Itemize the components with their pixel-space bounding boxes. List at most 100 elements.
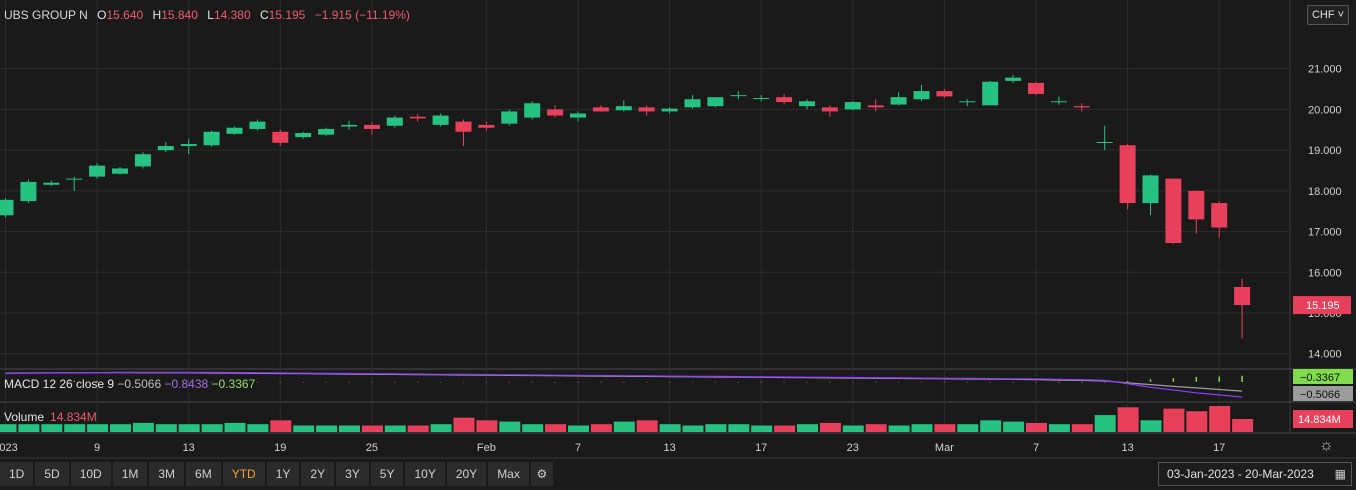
volume-bar xyxy=(774,425,796,432)
macd-line-value: −0.5066 xyxy=(117,377,162,391)
volume-bar xyxy=(18,424,40,432)
period-selector: 1D 5D 10D 1M 3M 6M YTD 1Y 2Y 3Y 5Y 10Y 2… xyxy=(0,462,555,488)
candle-body xyxy=(363,124,380,129)
volume-bar xyxy=(41,424,63,432)
date-tick-label: 2023 xyxy=(0,442,18,454)
period-button-max[interactable]: Max xyxy=(488,462,529,486)
period-button-1d[interactable]: 1D xyxy=(0,462,34,486)
candle xyxy=(341,120,357,130)
candle-body xyxy=(684,99,701,108)
date-tick-label: 13 xyxy=(1121,442,1133,454)
volume-bar xyxy=(1209,406,1231,432)
period-button-ytd[interactable]: YTD xyxy=(222,462,265,486)
candle xyxy=(501,109,518,126)
date-tick-label: 17 xyxy=(755,442,767,454)
candle-body xyxy=(318,128,335,135)
volume-bar xyxy=(1117,407,1139,432)
volume-bar xyxy=(361,425,383,432)
candle xyxy=(959,99,976,107)
volume-bar xyxy=(224,422,246,432)
candle xyxy=(1165,178,1182,244)
period-button-10y[interactable]: 10Y xyxy=(405,462,445,486)
candle xyxy=(1028,81,1044,96)
candle xyxy=(684,95,701,109)
volume-bar xyxy=(705,424,727,432)
candle xyxy=(455,119,472,147)
chart-gridlines xyxy=(0,0,1356,460)
candle xyxy=(157,141,174,153)
candle xyxy=(661,107,678,114)
volume-bar xyxy=(407,425,429,432)
candle-body xyxy=(341,124,357,127)
period-button-20y[interactable]: 20Y xyxy=(446,462,487,486)
symbol-name: UBS GROUP N xyxy=(4,8,88,22)
candle-body xyxy=(1188,190,1205,220)
volume-bar xyxy=(751,425,773,432)
period-button-2y[interactable]: 2Y xyxy=(301,462,335,486)
date-tick-label: 19 xyxy=(274,442,286,454)
candle-body xyxy=(753,98,770,100)
high-label: H xyxy=(152,8,162,22)
candle-body xyxy=(1165,178,1182,243)
candle xyxy=(295,131,312,139)
volume-bar xyxy=(545,424,567,432)
volume-bar xyxy=(568,425,589,432)
candle-body xyxy=(432,115,449,125)
candle xyxy=(432,113,449,127)
volume-bar xyxy=(1003,421,1025,432)
period-button-10d[interactable]: 10D xyxy=(70,462,111,486)
period-button-6m[interactable]: 6M xyxy=(186,462,221,486)
candle xyxy=(43,180,60,186)
high-value: 15.840 xyxy=(161,8,198,22)
currency-dropdown[interactable]: CHF ˅ xyxy=(1307,5,1349,25)
date-tick-label: 23 xyxy=(847,442,859,454)
volume-bar xyxy=(1186,411,1208,432)
gear-icon[interactable]: ⚙ xyxy=(530,462,553,486)
candle-body xyxy=(0,199,14,216)
period-button-3y[interactable]: 3Y xyxy=(336,462,369,486)
candle-body xyxy=(867,105,884,108)
calendar-icon[interactable]: ▦ xyxy=(1335,463,1346,485)
candle-body xyxy=(1073,106,1090,108)
volume-bar xyxy=(728,424,750,432)
candle xyxy=(1211,201,1228,238)
candle-body xyxy=(982,81,999,106)
macd-header: MACD 12 26 close 9 −0.5066 −0.8438 −0.33… xyxy=(4,377,255,391)
candle xyxy=(1050,96,1067,105)
volume-bar xyxy=(64,424,86,432)
price-tick-label: 20.000 xyxy=(1308,104,1342,116)
chart-canvas[interactable]: 21.00020.00019.00018.00017.00016.00015.0… xyxy=(0,0,1356,490)
volume-bar xyxy=(293,425,315,432)
price-header: UBS GROUP N O15.640 H15.840 L14.380 C15.… xyxy=(4,8,410,22)
candle-body xyxy=(43,182,60,185)
chart-settings-icon[interactable]: ☼ xyxy=(1319,437,1334,455)
volume-bar xyxy=(384,425,406,432)
candle xyxy=(272,129,289,147)
volume-bar xyxy=(980,420,1002,432)
candle xyxy=(0,198,14,218)
candle-body xyxy=(249,121,266,129)
period-button-1y[interactable]: 1Y xyxy=(266,462,300,486)
candle-body xyxy=(1005,77,1022,81)
volume-bar xyxy=(110,424,131,432)
volume-bar xyxy=(1026,422,1047,432)
macd-label: MACD 12 26 close 9 xyxy=(4,377,115,391)
period-button-3m[interactable]: 3M xyxy=(149,462,185,486)
candle-body xyxy=(112,168,128,174)
volume-bar xyxy=(1094,415,1116,432)
candle xyxy=(226,126,243,135)
period-button-5y[interactable]: 5Y xyxy=(370,462,404,486)
period-button-1m[interactable]: 1M xyxy=(112,462,148,486)
low-value: 14.380 xyxy=(213,8,251,22)
candle xyxy=(1119,144,1136,210)
period-button-5d[interactable]: 5D xyxy=(35,462,69,486)
date-tick-label: 17 xyxy=(1213,442,1225,454)
candle-body xyxy=(1211,203,1228,228)
date-tick-label: 7 xyxy=(575,442,581,454)
volume-bar xyxy=(453,417,475,432)
volume-bar xyxy=(339,425,360,432)
candle-body xyxy=(730,95,747,97)
volume-bar xyxy=(636,420,658,432)
volume-bar xyxy=(178,424,200,432)
date-range-picker[interactable]: 03-Jan-2023 - 20-Mar-2023 ▦ xyxy=(1158,462,1352,486)
